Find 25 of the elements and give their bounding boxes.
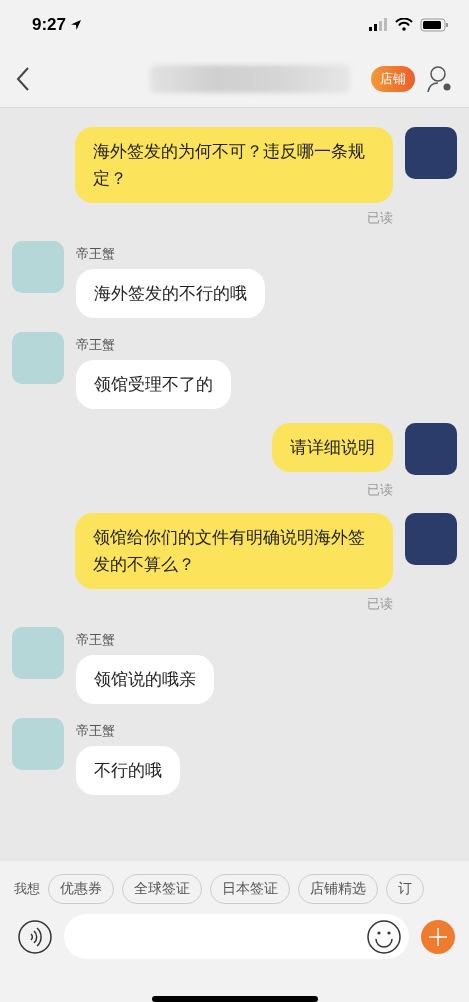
avatar[interactable] xyxy=(405,127,457,179)
location-arrow-icon xyxy=(70,19,83,31)
voice-icon[interactable] xyxy=(18,919,52,954)
sender-name: 帝王蟹 xyxy=(76,336,116,354)
read-status: 已读 xyxy=(367,209,393,227)
avatar[interactable] xyxy=(405,513,457,565)
message-input-field[interactable] xyxy=(64,914,409,959)
sent-message-bubble: 领馆给你们的文件有明确说明海外签发的不算么？ xyxy=(75,513,393,589)
received-message-bubble: 领馆说的哦亲 xyxy=(76,655,214,704)
sent-message-bubble: 请详细说明 xyxy=(272,423,393,472)
avatar[interactable] xyxy=(405,423,457,475)
sender-name: 帝王蟹 xyxy=(76,631,116,649)
read-status: 已读 xyxy=(367,595,393,613)
received-message-bubble: 不行的哦 xyxy=(76,746,180,795)
back-icon[interactable] xyxy=(16,66,30,91)
received-message-bubble: 领馆受理不了的 xyxy=(76,360,231,409)
suggestion-label: 我想 xyxy=(14,880,40,898)
sender-name: 帝王蟹 xyxy=(76,722,116,740)
status-time: 9:27 xyxy=(32,15,83,35)
sent-message-bubble: 海外签发的为何不可？违反哪一条规定？ xyxy=(75,127,393,203)
received-message-bubble: 海外签发的不行的哦 xyxy=(76,269,265,318)
sender-name: 帝王蟹 xyxy=(76,245,116,263)
user-settings-icon[interactable] xyxy=(427,64,453,93)
emoji-icon[interactable] xyxy=(367,919,401,954)
read-status: 已读 xyxy=(367,481,393,499)
